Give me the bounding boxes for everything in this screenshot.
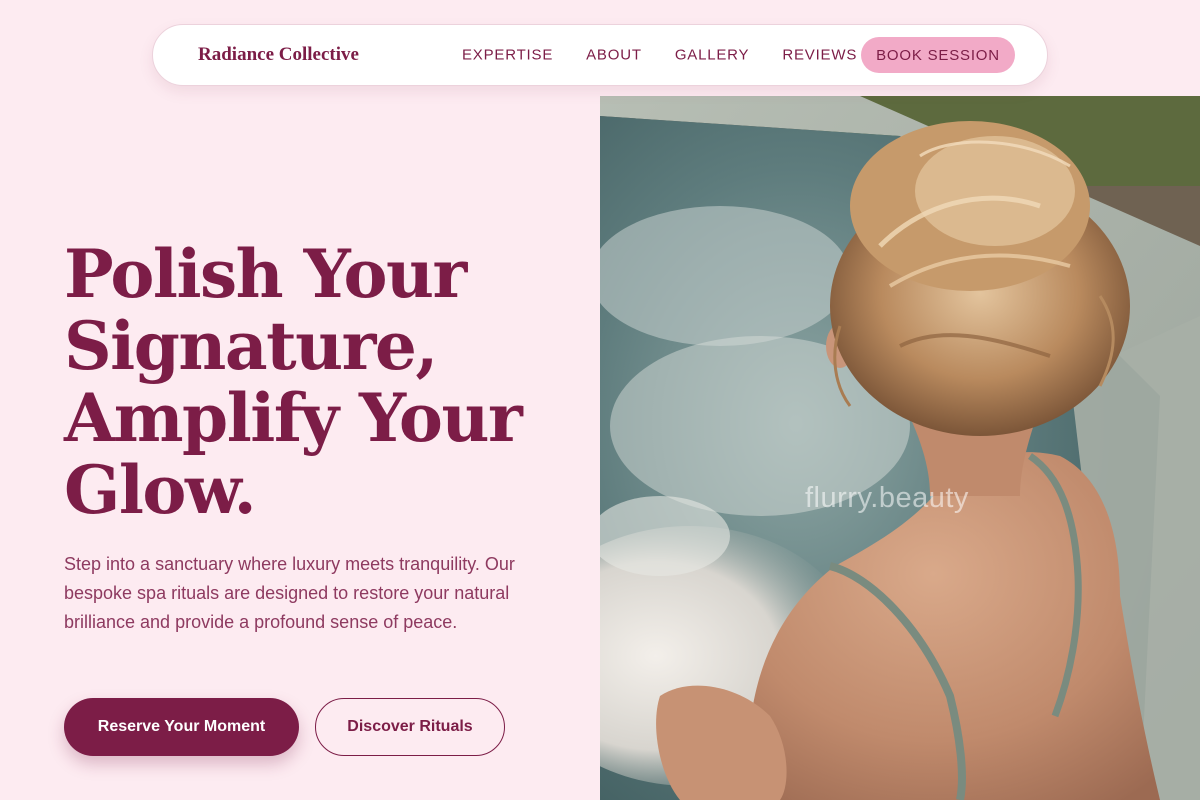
top-navbar: Radiance Collective EXPERTISE ABOUT GALL… — [152, 24, 1048, 86]
nav-link-gallery[interactable]: GALLERY — [675, 47, 750, 64]
nav-link-reviews[interactable]: REVIEWS — [782, 47, 857, 64]
book-session-button[interactable]: BOOK SESSION — [861, 37, 1015, 73]
hero-title-line: Signature, — [64, 307, 438, 385]
brand-logo[interactable]: Radiance Collective — [198, 44, 359, 66]
nav-links: EXPERTISE ABOUT GALLERY REVIEWS — [462, 47, 890, 64]
nav-link-about[interactable]: ABOUT — [586, 47, 642, 64]
nav-link-expertise[interactable]: EXPERTISE — [462, 47, 553, 64]
hero-photo — [600, 96, 1200, 800]
hero-title-line: Amplify Your — [64, 379, 523, 457]
discover-rituals-button[interactable]: Discover Rituals — [315, 698, 505, 756]
hero-title-line: Polish Your — [64, 235, 467, 313]
hero-title: Polish Your Signature, Amplify Your Glow… — [64, 238, 584, 526]
hero-title-line: Glow. — [64, 451, 257, 529]
hero-subtitle: Step into a sanctuary where luxury meets… — [64, 554, 515, 632]
reserve-moment-button[interactable]: Reserve Your Moment — [64, 698, 299, 756]
image-watermark: flurry.beauty — [805, 482, 969, 514]
